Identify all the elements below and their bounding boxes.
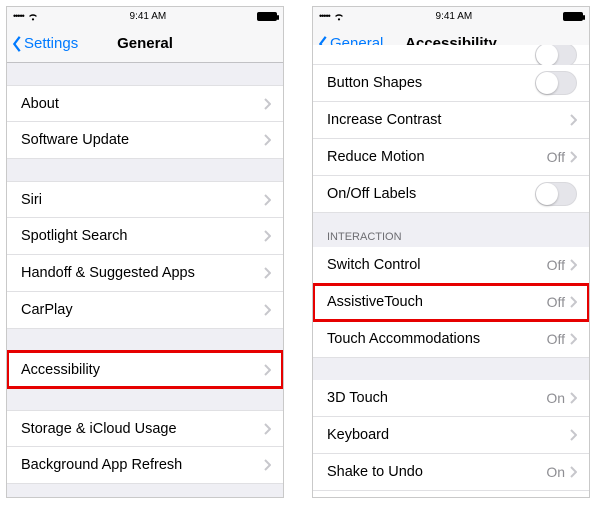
row-assistivetouch[interactable]: AssistiveTouch Off bbox=[313, 284, 589, 321]
chevron-right-icon bbox=[569, 392, 577, 404]
row-siri[interactable]: Siri bbox=[7, 181, 283, 218]
row-storage-icloud[interactable]: Storage & iCloud Usage bbox=[7, 410, 283, 447]
chevron-right-icon bbox=[569, 466, 577, 478]
section-header-interaction: INTERACTION bbox=[313, 227, 589, 247]
chevron-right-icon bbox=[263, 364, 271, 376]
chevron-right-icon bbox=[569, 259, 577, 271]
status-time: 9:41 AM bbox=[436, 11, 473, 22]
toggle-onoff-labels[interactable] bbox=[535, 182, 577, 206]
back-label: Settings bbox=[24, 35, 78, 52]
chevron-right-icon bbox=[569, 429, 577, 441]
battery-icon bbox=[257, 12, 277, 21]
row-partial-top[interactable] bbox=[313, 45, 589, 65]
status-time: 9:41 AM bbox=[130, 11, 167, 22]
status-bar: ••••• 9:41 AM bbox=[7, 7, 283, 25]
row-carplay[interactable]: CarPlay bbox=[7, 292, 283, 329]
chevron-right-icon bbox=[263, 230, 271, 242]
right-phone-accessibility-settings: ••••• 9:41 AM General Accessibility Butt… bbox=[312, 6, 590, 498]
row-touch-accommodations[interactable]: Touch Accommodations Off bbox=[313, 321, 589, 358]
chevron-right-icon bbox=[263, 459, 271, 471]
chevron-left-icon bbox=[11, 35, 23, 53]
row-software-update[interactable]: Software Update bbox=[7, 122, 283, 159]
back-button[interactable]: Settings bbox=[11, 35, 78, 53]
wifi-icon bbox=[27, 12, 39, 21]
chevron-right-icon bbox=[263, 423, 271, 435]
toggle-button-shapes[interactable] bbox=[535, 71, 577, 95]
nav-bar: Settings General bbox=[7, 25, 283, 63]
wifi-icon bbox=[333, 12, 345, 21]
signal-dots: ••••• bbox=[13, 11, 24, 21]
row-about[interactable]: About bbox=[7, 85, 283, 122]
chevron-right-icon bbox=[263, 98, 271, 110]
row-handoff[interactable]: Handoff & Suggested Apps bbox=[7, 255, 283, 292]
chevron-right-icon bbox=[569, 114, 577, 126]
chevron-right-icon bbox=[263, 194, 271, 206]
row-keyboard[interactable]: Keyboard bbox=[313, 417, 589, 454]
row-vibration[interactable]: Vibration On bbox=[313, 491, 589, 497]
settings-list[interactable]: About Software Update Siri Spotlight Sea… bbox=[7, 63, 283, 497]
battery-icon bbox=[563, 12, 583, 21]
left-phone-general-settings: ••••• 9:41 AM Settings General About Sof… bbox=[6, 6, 284, 498]
row-switch-control[interactable]: Switch Control Off bbox=[313, 247, 589, 284]
row-onoff-labels[interactable]: On/Off Labels bbox=[313, 176, 589, 213]
settings-list[interactable]: Button Shapes Increase Contrast Reduce M… bbox=[313, 45, 589, 497]
row-3d-touch[interactable]: 3D Touch On bbox=[313, 380, 589, 417]
chevron-right-icon bbox=[569, 333, 577, 345]
chevron-right-icon bbox=[263, 267, 271, 279]
row-shake-to-undo[interactable]: Shake to Undo On bbox=[313, 454, 589, 491]
chevron-right-icon bbox=[263, 134, 271, 146]
row-reduce-motion[interactable]: Reduce Motion Off bbox=[313, 139, 589, 176]
chevron-right-icon bbox=[569, 151, 577, 163]
row-accessibility[interactable]: Accessibility bbox=[7, 351, 283, 388]
row-background-app-refresh[interactable]: Background App Refresh bbox=[7, 447, 283, 484]
status-bar: ••••• 9:41 AM bbox=[313, 7, 589, 25]
chevron-right-icon bbox=[263, 304, 271, 316]
toggle[interactable] bbox=[535, 45, 577, 67]
row-increase-contrast[interactable]: Increase Contrast bbox=[313, 102, 589, 139]
row-button-shapes[interactable]: Button Shapes bbox=[313, 65, 589, 102]
chevron-right-icon bbox=[569, 296, 577, 308]
signal-dots: ••••• bbox=[319, 11, 330, 21]
row-spotlight-search[interactable]: Spotlight Search bbox=[7, 218, 283, 255]
